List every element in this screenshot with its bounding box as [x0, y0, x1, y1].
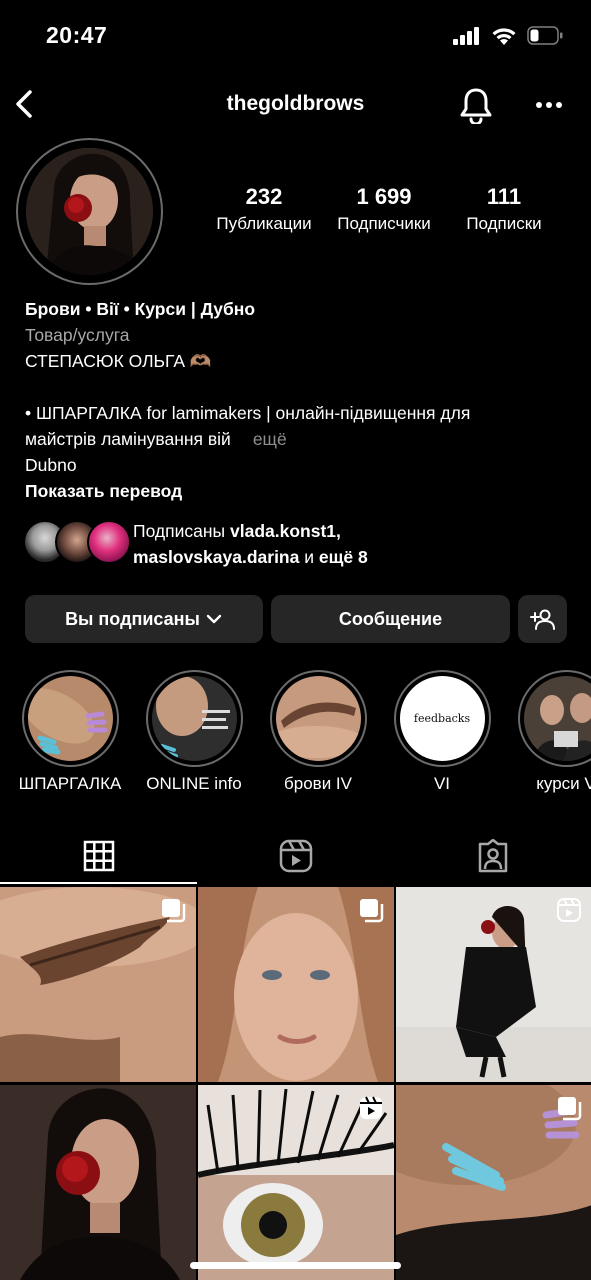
reel-icon [360, 1096, 382, 1119]
highlight-cover [523, 676, 591, 761]
status-bar: 20:47 [0, 0, 591, 70]
highlight-cover-text: feedbacks [413, 712, 471, 725]
bio-line-cheatsheet: • ШПАРГАЛКА for lamimakers | онлайн-підв… [25, 403, 471, 423]
highlight-ring [269, 670, 367, 767]
highlight-cover: feedbacks [399, 676, 485, 761]
mutual-user-2[interactable]: maslovskaya.darina [133, 547, 299, 567]
highlight-ring [145, 670, 243, 767]
posts-grid [0, 887, 591, 1280]
bio-line-more-row: майстрів ламінування вій ещё [25, 426, 570, 452]
status-time: 20:47 [46, 22, 108, 48]
highlight-ring [517, 670, 591, 767]
message-button[interactable]: Сообщение [271, 595, 510, 643]
posts-label: Публикации [216, 214, 312, 233]
bio-category[interactable]: Товар/услуга [25, 322, 570, 348]
profile-avatar[interactable] [26, 148, 153, 275]
battery-icon [527, 26, 563, 45]
profile-header: thegoldbrows [0, 80, 591, 130]
post-image [0, 1085, 196, 1280]
mutual-user-1[interactable]: vlada.konst1, [230, 521, 341, 541]
profile-tabs [0, 828, 591, 886]
mutual-prefix: Подписаны [133, 521, 226, 541]
avatar [87, 520, 131, 564]
avatar-image [26, 148, 153, 275]
message-button-label: Сообщение [338, 608, 443, 629]
posts-stat[interactable]: 232 Публикации [204, 184, 324, 234]
profile-stats: 232 Публикации 1 699 Подписчики 111 Подп… [204, 184, 564, 234]
post-thumbnail[interactable] [198, 1085, 394, 1280]
post-thumbnail[interactable] [396, 1085, 591, 1280]
carousel-icon [162, 899, 186, 923]
bio-line-owner: СТЕПАСЮК ОЛЬГА 🫶🏽 [25, 351, 212, 371]
chevron-down-icon [206, 614, 222, 624]
highlight-cover [151, 676, 237, 761]
suggested-users-button[interactable] [518, 595, 567, 643]
tab-posts-grid[interactable] [0, 828, 197, 884]
notifications-button[interactable] [458, 86, 494, 126]
tagged-user-icon [478, 839, 507, 873]
highlight-cover [27, 676, 113, 761]
carousel-icon [558, 1097, 582, 1121]
active-tab-indicator [0, 882, 197, 884]
following-button-label: Вы подписаны [65, 608, 200, 629]
reels-icon [279, 839, 312, 873]
grid-icon [83, 840, 114, 872]
mutual-followers[interactable]: Подписаны vlada.konst1, maslovskaya.dari… [23, 518, 583, 572]
post-thumbnail[interactable] [198, 887, 394, 1082]
bio-location[interactable]: Dubno [25, 452, 570, 478]
following-button[interactable]: Вы подписаны [25, 595, 263, 643]
mutual-follower-avatars [23, 520, 131, 566]
followers-label: Подписчики [337, 214, 431, 233]
highlight-label: ONLINE info [146, 774, 242, 793]
bio-more-link[interactable]: ещё [253, 429, 287, 449]
highlight-item[interactable]: брови IV [256, 670, 380, 794]
following-count: 111 [486, 184, 522, 209]
show-translation-link[interactable]: Показать перевод [25, 478, 570, 504]
highlight-cover [275, 676, 361, 761]
highlight-item[interactable]: ШПАРГАЛКА [8, 670, 132, 794]
tab-tagged[interactable] [394, 828, 591, 884]
highlight-label: VI [433, 774, 451, 793]
highlight-label: курси V [536, 774, 591, 793]
mutual-conjunction: и [304, 547, 315, 567]
posts-count: 232 [245, 184, 283, 209]
following-label: Подписки [466, 214, 542, 233]
carousel-icon [360, 899, 384, 923]
highlight-item[interactable]: ONLINE info [132, 670, 256, 794]
bio-name: Брови • Вії • Курси | Дубно [25, 299, 256, 319]
profile-bio: Брови • Вії • Курси | Дубно Товар/услуга… [25, 296, 570, 504]
following-stat[interactable]: 111 Подписки [444, 184, 564, 234]
add-user-icon [529, 609, 555, 630]
highlight-item[interactable]: курси V [504, 670, 591, 794]
tab-reels[interactable] [197, 828, 394, 884]
highlight-ring: feedbacks [393, 670, 491, 767]
followers-stat[interactable]: 1 699 Подписчики [324, 184, 444, 234]
status-icons [453, 26, 563, 45]
profile-actions: Вы подписаны Сообщение [25, 595, 567, 643]
bio-line-masters: майстрів ламінування вій [25, 429, 231, 449]
highlight-label: ШПАРГАЛКА [18, 774, 122, 793]
wifi-icon [492, 28, 516, 45]
reel-icon [557, 898, 581, 922]
home-indicator[interactable] [190, 1262, 401, 1269]
followers-count: 1 699 [356, 184, 412, 209]
mutual-more[interactable]: ещё 8 [319, 547, 368, 567]
bio-spacer [25, 374, 570, 400]
post-thumbnail[interactable] [396, 887, 591, 1082]
more-horizontal-icon [536, 102, 562, 108]
post-thumbnail[interactable] [0, 1085, 196, 1280]
highlight-item[interactable]: feedbacks VI [380, 670, 504, 794]
more-options-button[interactable] [534, 90, 564, 120]
highlight-label: брови IV [284, 774, 352, 793]
story-highlights: ШПАРГАЛКА ONLINE info брови IV feedbacks… [0, 670, 591, 800]
highlight-ring [21, 670, 119, 767]
mutual-followers-text: Подписаны vlada.konst1, maslovskaya.dari… [133, 518, 368, 570]
bell-icon [460, 88, 492, 126]
profile-username: thegoldbrows [226, 92, 365, 115]
signal-icon [453, 26, 479, 45]
post-thumbnail[interactable] [0, 887, 196, 1082]
profile-avatar-ring[interactable] [16, 138, 163, 285]
